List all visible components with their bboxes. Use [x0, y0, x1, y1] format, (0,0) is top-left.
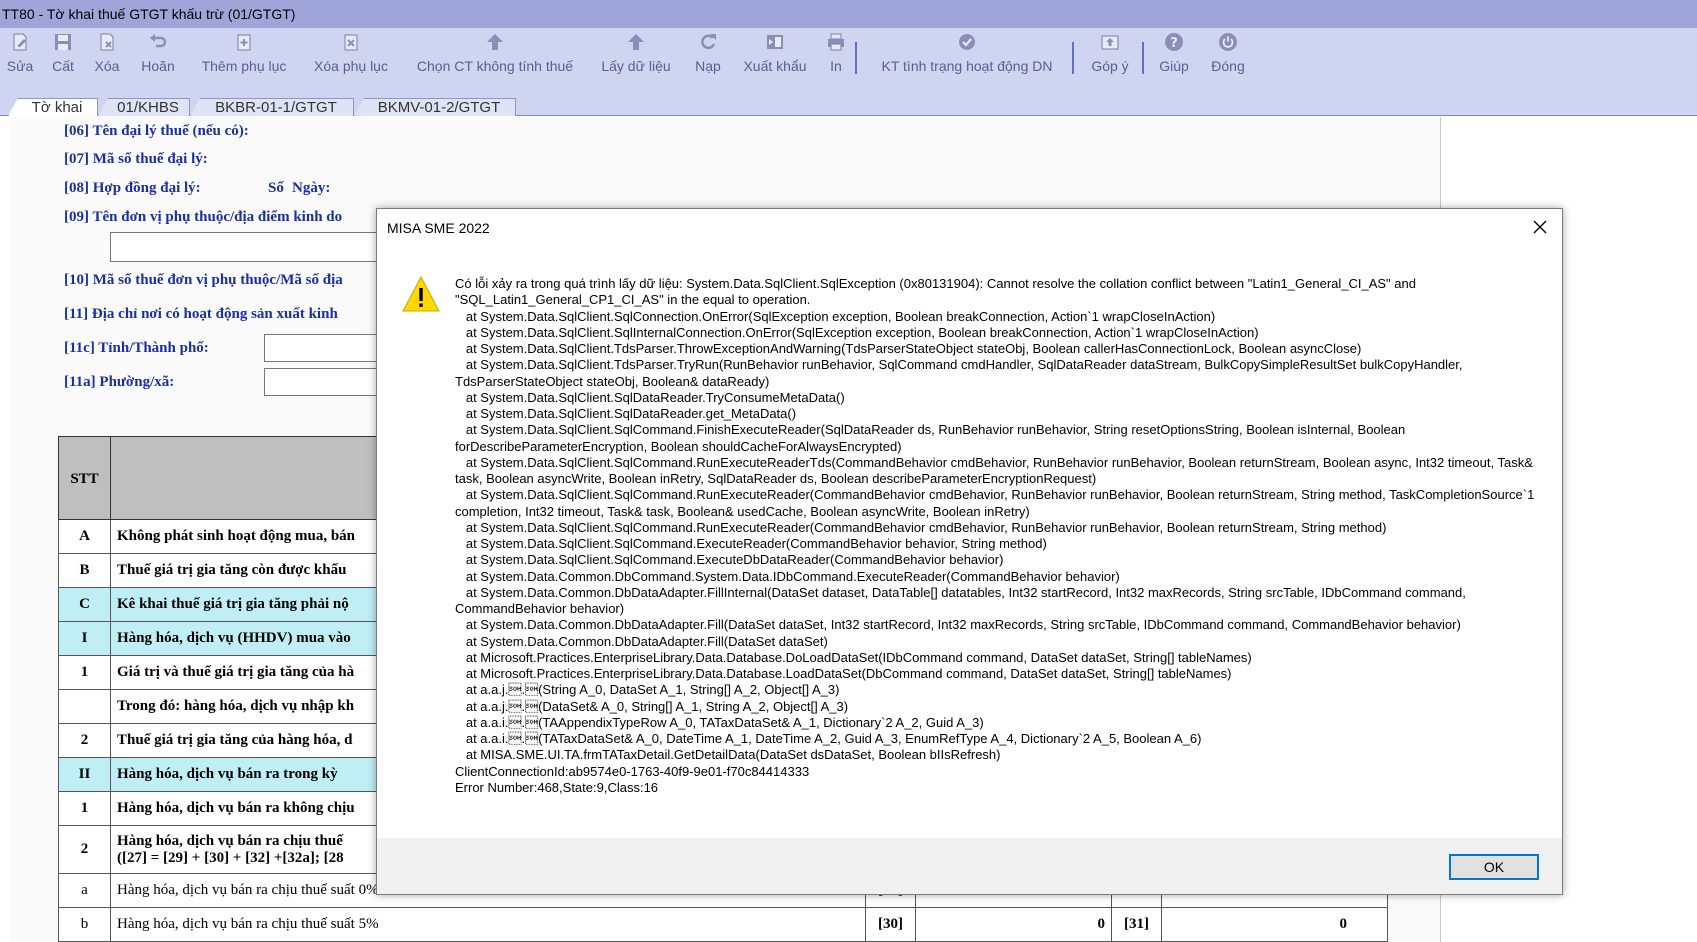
field-06-label: [06] Tên đại lý thuế (nếu có):: [64, 123, 249, 139]
toolbar-separator: [1072, 42, 1074, 74]
province-input[interactable]: [264, 334, 380, 362]
export-button[interactable]: Xuất khẩu: [740, 28, 810, 88]
arrow-up-icon: [485, 32, 505, 52]
cell-code: [30]: [865, 908, 915, 941]
export-icon: [765, 32, 785, 52]
tab-bkbr-01-1-gtgt[interactable]: BKBR-01-1/GTGT: [190, 98, 354, 116]
field-07-label: [07] Mã số thuế đại lý:: [64, 151, 208, 167]
delete-appendix-icon: [341, 32, 361, 52]
printer-icon: [826, 32, 846, 52]
toolbar-separator: [1142, 42, 1144, 74]
add-appendix-icon: [234, 32, 254, 52]
dialog-title: MISA SME 2022: [387, 220, 490, 236]
ward-input[interactable]: [264, 368, 380, 396]
undo-icon: [148, 32, 168, 52]
field-09-input[interactable]: [110, 232, 380, 262]
tab-01-khbs[interactable]: 01/KHBS: [98, 98, 190, 116]
help-icon: ?: [1164, 32, 1184, 52]
error-message: Có lỗi xảy ra trong quá trình lấy dữ liệ…: [455, 276, 1535, 795]
field-09-label: [09] Tên đơn vị phụ thuộc/địa điểm kinh …: [64, 209, 343, 225]
field-08-date-label: Ngày:: [292, 180, 331, 196]
toolbar-separator: [855, 42, 857, 74]
save-icon: [53, 32, 73, 52]
field-11-label: [11] Địa chỉ nơi có hoạt động sản xuất k…: [64, 306, 338, 322]
tab-bar: Tờ khai 01/KHBS BKBR-01-1/GTGT BKMV-01-2…: [0, 90, 1697, 116]
delete-appendix-button[interactable]: Xóa phụ lục: [310, 28, 392, 88]
svg-text:?: ?: [1170, 36, 1178, 51]
dialog-footer: [377, 838, 1562, 894]
field-08-label: [08] Hợp đồng đại lý:: [64, 180, 201, 196]
cell-value[interactable]: 0: [915, 908, 1111, 941]
dialog-close-icon[interactable]: [1530, 217, 1550, 237]
arrow-up-icon: [626, 32, 646, 52]
delete-button[interactable]: Xóa: [92, 28, 122, 88]
error-dialog: MISA SME 2022 Có lỗi xảy ra trong quá tr…: [376, 208, 1563, 895]
check-business-status-button[interactable]: KT tình trạng hoạt động DN: [872, 28, 1062, 88]
tab-bkmv-01-2-gtgt[interactable]: BKMV-01-2/GTGT: [354, 98, 516, 116]
reload-button[interactable]: Nạp: [690, 28, 726, 88]
get-data-button[interactable]: Lấy dữ liệu: [598, 28, 674, 88]
edit-icon: [10, 32, 30, 52]
header-stt: STT: [59, 437, 111, 521]
save-button[interactable]: Cất: [48, 28, 78, 88]
field-10-label: [10] Mã số thuế đơn vị phụ thuộc/Mã số đ…: [64, 272, 343, 288]
print-button[interactable]: In: [824, 28, 848, 88]
cell-code: [31]: [1111, 908, 1161, 941]
field-11c-label: [11c] Tỉnh/Thành phố:: [64, 340, 209, 356]
close-button[interactable]: Đóng: [1208, 28, 1248, 88]
help-button[interactable]: ? Giúp: [1156, 28, 1192, 88]
cell-value[interactable]: 0: [1161, 908, 1353, 941]
refresh-icon: [698, 32, 718, 52]
feedback-button[interactable]: Góp ý: [1088, 28, 1132, 88]
field-08-number-label: Số: [268, 180, 284, 196]
warning-icon: [401, 275, 441, 313]
table-row: b Hàng hóa, dịch vụ bán ra chịu thuế suấ…: [58, 908, 1388, 942]
tab-to-khai[interactable]: Tờ khai: [8, 98, 98, 116]
edit-button[interactable]: Sửa: [5, 28, 35, 88]
undo-button[interactable]: Hoãn: [138, 28, 178, 88]
field-11a-label: [11a] Phường/xã:: [64, 374, 175, 390]
power-icon: [1218, 32, 1238, 52]
ok-button[interactable]: OK: [1449, 854, 1539, 880]
window-title: TT80 - Tờ khai thuế GTGT khấu trừ (01/GT…: [0, 0, 1697, 28]
feedback-icon: [1100, 32, 1120, 52]
check-icon: [957, 32, 977, 52]
add-appendix-button[interactable]: Thêm phụ lục: [196, 28, 292, 88]
delete-icon: [97, 32, 117, 52]
select-non-tax-voucher-button[interactable]: Chọn CT không tính thuế: [410, 28, 580, 88]
toolbar: Sửa Cất Xóa Hoãn Thêm phụ lục Xóa phụ lụ…: [0, 28, 1697, 90]
